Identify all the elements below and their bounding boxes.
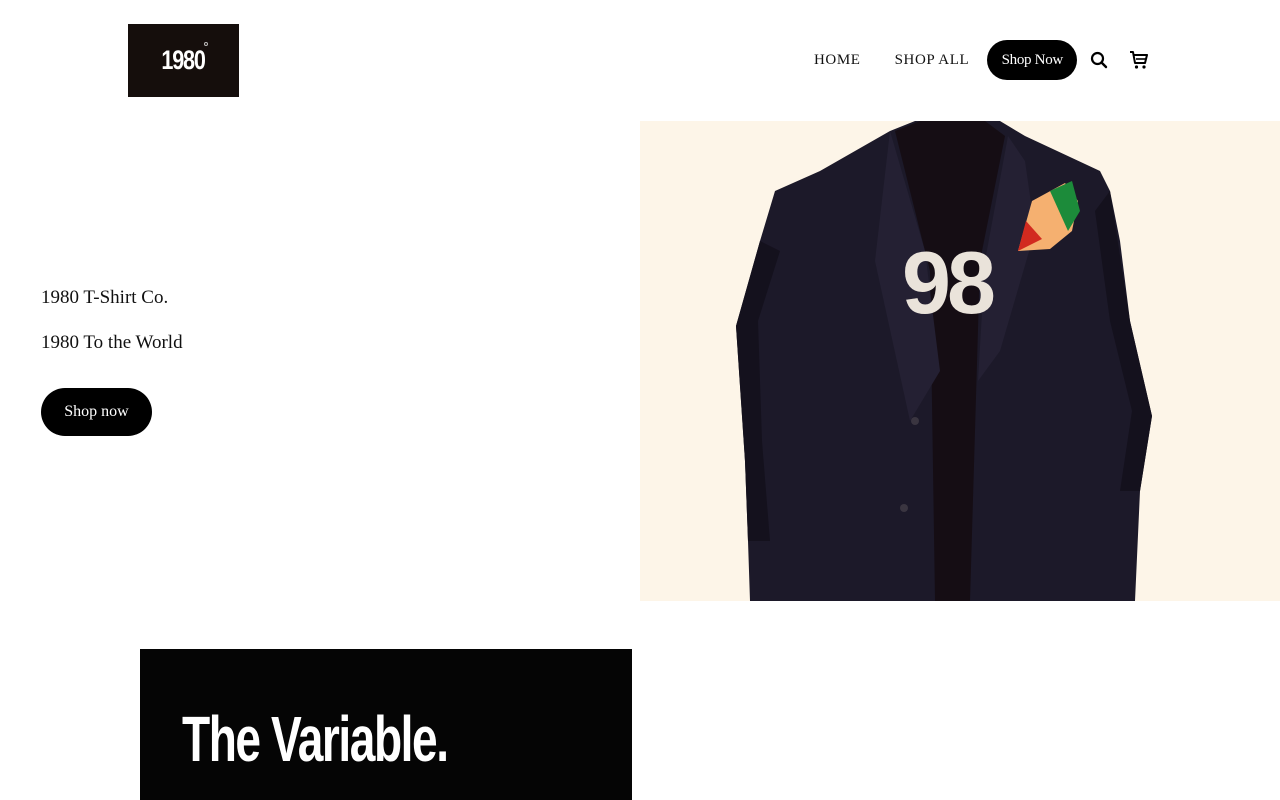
main-nav: HOME SHOP ALL Shop Now	[797, 40, 1159, 80]
promo-banner[interactable]: The Variable.	[140, 649, 632, 800]
hero-title: 1980 T-Shirt Co.	[41, 287, 169, 308]
search-icon	[1091, 51, 1108, 69]
registered-mark	[204, 42, 208, 46]
cart-button[interactable]	[1119, 40, 1159, 80]
nav-shop-all-link[interactable]: SHOP ALL	[878, 52, 987, 69]
jacket-illustration: 98	[736, 121, 1152, 601]
promo-title: The Variable.	[182, 703, 449, 775]
hero-image: 98	[640, 121, 1280, 601]
search-button[interactable]	[1079, 40, 1119, 80]
logo-text: 1980	[161, 45, 206, 75]
cart-icon	[1130, 51, 1149, 69]
shop-now-button[interactable]: Shop Now	[987, 40, 1078, 80]
site-header: 1980 HOME SHOP ALL Shop Now	[0, 0, 1280, 120]
hero-subtitle: 1980 To the World	[41, 332, 183, 353]
brand-logo[interactable]: 1980	[128, 24, 239, 97]
hero-text-block: 1980 T-Shirt Co. 1980 To the World Shop …	[41, 284, 183, 436]
nav-home-link[interactable]: HOME	[797, 52, 878, 69]
shirt-print-text: 98	[902, 233, 994, 332]
hero-shop-now-button[interactable]: Shop now	[41, 388, 152, 436]
